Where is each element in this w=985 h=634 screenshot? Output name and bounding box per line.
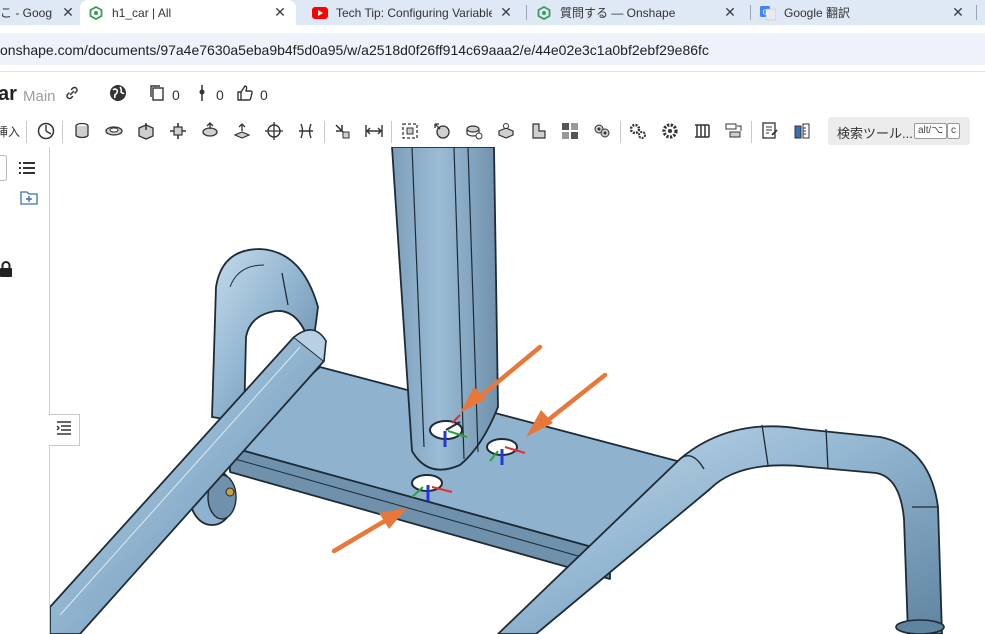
tab-separator [976, 5, 977, 20]
browser-tab-active[interactable]: h1_car | All ✕ [80, 0, 296, 25]
address-bar: onshape.com/documents/97a4e7630a5eba9b4f… [0, 25, 985, 72]
configuration-icon[interactable] [759, 120, 781, 142]
helix-icon[interactable] [691, 120, 713, 142]
branch-icon[interactable] [192, 83, 212, 103]
browser-tab-strip: こ - Goog ✕ h1_car | All ✕ Tech Tip: Conf… [0, 0, 985, 25]
link-icon[interactable] [62, 83, 82, 103]
toolbar-separator [751, 121, 752, 143]
like-icon[interactable] [235, 83, 255, 103]
youtube-icon [312, 5, 328, 21]
toolbar-separator [62, 121, 63, 143]
browser-tab[interactable]: Tech Tip: Configuring Variables ✕ [304, 0, 522, 25]
mate-connector-icon[interactable] [659, 120, 681, 142]
close-icon[interactable]: ✕ [722, 4, 738, 21]
pattern-icon[interactable] [431, 120, 453, 142]
toolbar-separator [620, 121, 621, 143]
graphics-viewport[interactable] [50, 147, 985, 634]
lock-icon [0, 260, 15, 278]
mirror-icon[interactable] [463, 120, 485, 142]
boolean-icon[interactable] [331, 120, 353, 142]
revolve-icon[interactable] [103, 120, 125, 142]
split-icon[interactable] [363, 120, 385, 142]
tab-title: こ - Goog [0, 6, 53, 20]
draft-icon[interactable] [295, 120, 317, 142]
model-canvas[interactable] [50, 147, 985, 634]
tab-separator [750, 5, 751, 20]
shortcut-key: c [947, 123, 960, 139]
close-icon[interactable]: ✕ [498, 4, 514, 21]
toolbar-separator [324, 121, 325, 143]
sketch-icon[interactable] [35, 120, 57, 142]
branches-count: 0 [216, 87, 224, 103]
browser-tab[interactable]: G Google 翻訳 ✕ [752, 0, 974, 25]
toolbar-insert-label[interactable]: 挿入 [0, 123, 20, 140]
measure-icon[interactable] [791, 120, 813, 142]
shortcut-modifier-key: alt/⌥ [914, 123, 947, 139]
onshape-icon [536, 5, 552, 21]
tab-separator [526, 5, 527, 20]
search-tools-label: 検索ツール... [837, 126, 913, 141]
browser-tab[interactable]: こ - Goog ✕ [0, 0, 76, 25]
close-icon[interactable]: ✕ [60, 4, 76, 21]
add-folder-icon[interactable] [20, 188, 38, 206]
svg-text:G: G [763, 8, 768, 16]
transform-icon[interactable] [399, 120, 421, 142]
branch-label[interactable]: Main [23, 88, 56, 105]
versions-icon[interactable] [147, 83, 167, 103]
tab-title: 質問する — Onshape [560, 6, 676, 20]
close-icon[interactable]: ✕ [272, 4, 288, 21]
toolbar-separator [391, 121, 392, 143]
tab-title: Google 翻訳 [784, 6, 851, 20]
fillet-icon[interactable] [231, 120, 253, 142]
globe-icon[interactable] [108, 83, 128, 103]
feature-list-panel [0, 147, 50, 634]
wrap-icon[interactable] [591, 120, 613, 142]
toolbar-separator [26, 121, 27, 143]
shell-icon[interactable] [527, 120, 549, 142]
document-header: ar Main 0 0 0 [0, 73, 985, 115]
thicken-icon[interactable] [199, 120, 221, 142]
outline-list-icon [55, 419, 73, 442]
feature-filter-input[interactable] [0, 155, 7, 181]
tab-title: Tech Tip: Configuring Variables [336, 5, 492, 20]
browser-tab[interactable]: 質問する — Onshape ✕ [528, 0, 746, 25]
extrude-icon[interactable] [71, 120, 93, 142]
document-title[interactable]: ar [0, 83, 17, 106]
search-tools-button[interactable]: 検索ツール... alt/⌥ c [828, 117, 970, 145]
tab-title: h1_car | All [112, 5, 172, 20]
plane-icon[interactable] [627, 120, 649, 142]
feature-list-toggle-button[interactable] [49, 414, 80, 446]
feature-toolbar: 挿入 検索ツール... alt/⌥ c [0, 115, 985, 147]
likes-count: 0 [260, 87, 268, 103]
onshape-icon [88, 5, 104, 21]
url-text[interactable]: onshape.com/documents/97a4e7630a5eba9b4f… [0, 42, 709, 58]
loft-icon[interactable] [167, 120, 189, 142]
annotation-arrow [331, 508, 407, 554]
rib-icon[interactable] [559, 120, 581, 142]
annotation-arrow [526, 372, 608, 437]
close-icon[interactable]: ✕ [950, 4, 966, 21]
versions-count: 0 [172, 87, 180, 103]
list-view-icon[interactable] [18, 159, 36, 177]
variable-icon[interactable] [723, 120, 745, 142]
google-translate-icon: G [760, 5, 776, 21]
hole-icon[interactable] [495, 120, 517, 142]
chamfer-icon[interactable] [263, 120, 285, 142]
sweep-icon[interactable] [135, 120, 157, 142]
